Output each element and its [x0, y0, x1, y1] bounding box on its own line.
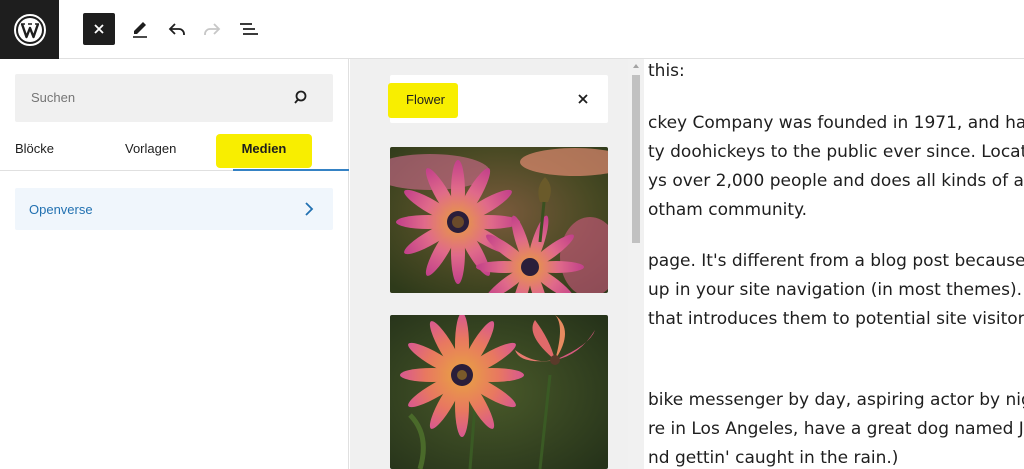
paragraph-text[interactable]: ys over 2,000 people and does all kinds … [648, 171, 1024, 191]
tab-medien[interactable]: Medien [216, 134, 312, 168]
media-search-input[interactable]: Flower [388, 75, 608, 123]
paragraph-text[interactable]: up in your site navigation (in most them… [648, 280, 1024, 300]
paragraph-text[interactable]: nd gettin' caught in the rain.) [648, 448, 898, 468]
undo-icon [168, 23, 185, 35]
redo-icon [204, 23, 221, 35]
paragraph-text[interactable]: that introduces them to potential site v… [648, 309, 1024, 329]
paragraph-text[interactable]: re in Los Angeles, have a great dog name… [648, 419, 1024, 439]
scrollbar-thumb[interactable] [632, 75, 640, 243]
undo-button[interactable] [161, 13, 193, 45]
inserter-tabs: Blöcke Vorlagen Medien [0, 131, 349, 171]
paragraph-text[interactable]: bike messenger by day, aspiring actor by… [648, 390, 1024, 410]
media-result-item[interactable] [390, 147, 608, 293]
list-view-icon [240, 23, 258, 35]
close-icon [94, 24, 104, 34]
pencil-icon [133, 22, 147, 38]
media-category-openverse[interactable]: Openverse [15, 188, 333, 230]
search-icon [294, 90, 307, 104]
scroll-up-arrow-icon[interactable] [633, 64, 639, 68]
redo-button[interactable] [196, 13, 228, 45]
media-category-label: Openverse [29, 202, 93, 217]
tab-bloecke[interactable]: Blöcke [15, 131, 54, 171]
media-result-item[interactable] [390, 315, 608, 469]
search-input[interactable]: Suchen [15, 74, 333, 122]
chevron-right-icon [305, 202, 314, 216]
tools-button[interactable] [124, 13, 156, 45]
close-icon[interactable] [576, 92, 590, 106]
media-search-value: Flower [406, 92, 446, 107]
paragraph-text[interactable]: ty doohickeys to the public ever since. … [648, 142, 1024, 162]
media-results-panel: Flower [350, 59, 628, 469]
tab-vorlagen[interactable]: Vorlagen [125, 131, 176, 171]
paragraph-text[interactable]: page. It's different from a blog post be… [648, 251, 1024, 271]
editor-screen: Suchen Blöcke Vorlagen Medien Openverse … [0, 0, 1024, 469]
paragraph-text[interactable]: ckey Company was founded in 1971, and ha… [648, 113, 1024, 133]
close-inserter-button[interactable] [83, 13, 115, 45]
block-inserter-panel: Suchen Blöcke Vorlagen Medien Openverse [0, 59, 349, 469]
list-view-button[interactable] [233, 13, 265, 45]
active-tab-indicator [233, 169, 349, 171]
paragraph-text[interactable]: otham community. [648, 200, 807, 220]
editor-canvas[interactable]: this: ckey Company was founded in 1971, … [644, 59, 1024, 469]
search-placeholder: Suchen [31, 90, 76, 105]
paragraph-text[interactable]: this: [648, 61, 685, 81]
wordpress-logo-icon[interactable] [0, 0, 59, 59]
top-toolbar [0, 0, 1024, 59]
canvas-scrollbar[interactable] [628, 59, 644, 469]
